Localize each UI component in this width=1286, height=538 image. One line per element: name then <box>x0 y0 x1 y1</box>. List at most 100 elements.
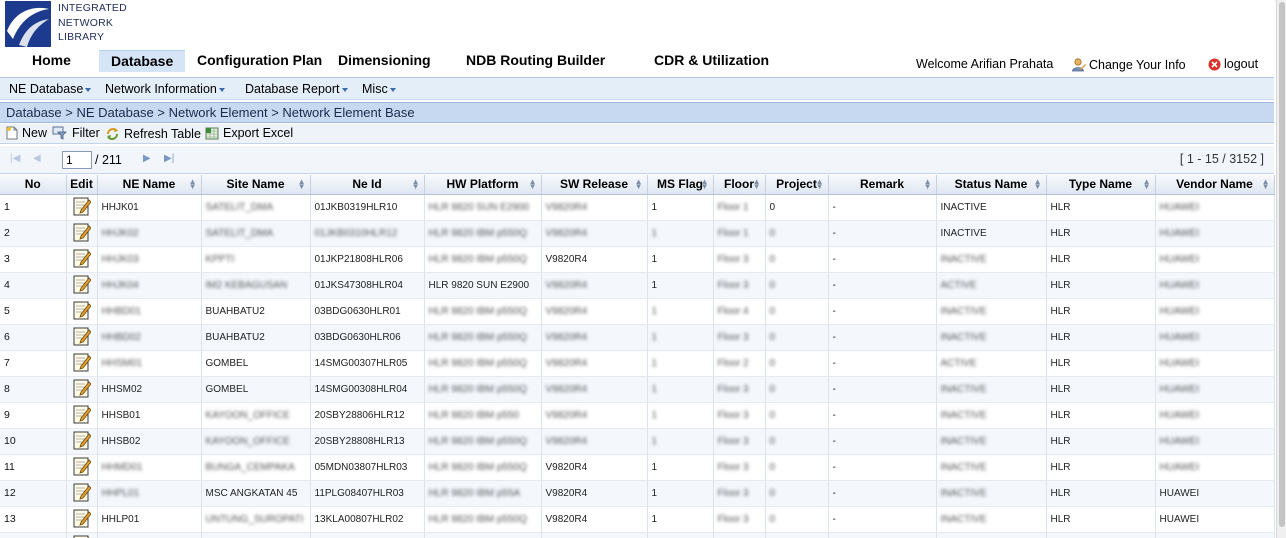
new-button[interactable]: New <box>6 126 47 143</box>
edit-icon[interactable] <box>73 457 92 479</box>
table-row[interactable]: 6 HHBD02 BUAHBATU2 03BDG0630HLR06 HLR 9820 I… <box>0 324 1275 351</box>
edit-icon[interactable] <box>73 483 92 505</box>
edit-icon[interactable] <box>73 249 92 271</box>
cell-edit <box>66 454 98 481</box>
cell-status-value: INACTIVE <box>940 253 987 265</box>
cell-site-value: SATELIT_DMA <box>205 201 274 213</box>
vertical-scrollbar[interactable] <box>1276 0 1286 538</box>
column-header[interactable]: Site Name ▲ ▼ <box>201 175 311 195</box>
edit-icon[interactable] <box>73 431 92 453</box>
cell-project-value: 0 <box>769 201 776 213</box>
cell-ms: 1 <box>647 506 714 533</box>
cell-floor: Floor 2 <box>713 350 766 377</box>
ne-table: No Edit NE Name ▲ ▼ Site Name ▲ ▼ Ne Id ▲ ▼ HW Plat… <box>0 175 1275 538</box>
cell-ms-value: 1 <box>651 227 658 239</box>
column-header[interactable]: Status Name ▲ ▼ <box>936 175 1047 195</box>
cell-floor-value: Floor 3 <box>717 383 749 395</box>
cell-remark-value: - <box>832 201 836 213</box>
next-page-icon[interactable]: ▶ <box>143 153 151 164</box>
table-row[interactable]: 7 HHSM01 GOMBEL 14SMG00307HLR05 HLR 9820 IBM… <box>0 350 1275 377</box>
table-row[interactable]: 10 HHSB02 KAYOON_OFFICE 20SBY28808HLR13 HLR … <box>0 428 1275 455</box>
tab-cdr-utilization[interactable]: CDR & Utilization <box>654 50 769 72</box>
edit-icon[interactable] <box>73 275 92 297</box>
cell-sw-value: V9820R4 <box>545 227 588 239</box>
cell-hw-value: HLR 9820 SUN E2900 <box>428 201 530 213</box>
column-header[interactable]: No <box>0 175 67 195</box>
table-row[interactable]: 9 HHSB01 KAYOON_OFFICE 20SBY28806HLR12 HLR 9… <box>0 402 1275 429</box>
menu-ne-database[interactable]: NE Database <box>9 82 92 96</box>
column-header[interactable]: Floor ▲ ▼ <box>713 175 766 195</box>
filter-button[interactable]: Filter <box>52 126 100 143</box>
edit-icon[interactable] <box>73 197 92 219</box>
column-header[interactable]: HW Platform ▲ ▼ <box>424 175 542 195</box>
column-header[interactable]: MS Flag ▲ ▼ <box>647 175 714 195</box>
cell-status: INACTIVE <box>936 376 1047 403</box>
cell-site-value: GOMBEL <box>205 357 249 369</box>
edit-icon[interactable] <box>73 353 92 375</box>
cell-remark: - <box>828 506 937 533</box>
column-header[interactable]: Edit <box>66 175 98 195</box>
edit-icon[interactable] <box>73 327 92 349</box>
cell-edit <box>66 350 98 377</box>
scrollbar-thumb[interactable] <box>1279 2 1285 527</box>
cell-type <box>1046 532 1156 538</box>
edit-icon[interactable] <box>73 379 92 401</box>
logo-icon[interactable] <box>5 1 51 47</box>
first-page-icon[interactable]: |◀ <box>10 153 20 164</box>
tab-database[interactable]: Database <box>99 50 186 72</box>
cell-type-value: HLR <box>1050 357 1071 369</box>
cell-hw-value: HLR 9820 IBM p550Q <box>428 357 527 369</box>
logout-link[interactable]: logout <box>1208 57 1258 74</box>
last-page-icon[interactable]: ▶| <box>164 153 174 164</box>
column-header[interactable]: Remark ▲ ▼ <box>828 175 937 195</box>
column-header[interactable]: Vendor Name ▲ ▼ <box>1155 175 1275 195</box>
cell-site: IM2 KEBAGUSAN <box>201 272 311 299</box>
table-row[interactable]: 8 HHSM02 GOMBEL 14SMG00308HLR04 HLR 9820 IBM… <box>0 376 1275 403</box>
cell-hw-value: HLR 9820 SUN E2900 <box>428 279 530 291</box>
table-row[interactable]: 3 HHJK03 KPPTI 01JKP21808HLR06 HLR 9820 IBM … <box>0 246 1275 273</box>
table-row[interactable]: 13 HHLP01 UNTUNG_SUROPATI 13KLA00807HLR02 HL… <box>0 506 1275 533</box>
table-row[interactable] <box>0 532 1275 538</box>
change-info-link[interactable]: Change Your Info <box>1071 57 1186 75</box>
edit-icon[interactable] <box>73 301 92 323</box>
cell-hw: HLR 9820 IBM p55A <box>424 480 542 507</box>
cell-type: HLR <box>1046 246 1156 273</box>
edit-icon[interactable] <box>73 405 92 427</box>
column-header-label: MS Flag <box>656 177 703 192</box>
cell-project-value: 0 <box>769 513 776 525</box>
tab-configuration-plan[interactable]: Configuration Plan <box>197 50 322 72</box>
column-header[interactable]: SW Release ▲ ▼ <box>541 175 648 195</box>
export-excel-button[interactable]: Export Excel <box>205 126 293 143</box>
cell-ne-id-value: 05MDN03807HLR03 <box>314 461 408 473</box>
cell-no: 5 <box>0 298 67 325</box>
refresh-table-button[interactable]: Refresh Table <box>105 126 201 144</box>
prev-page-icon[interactable]: ◀ <box>33 153 41 164</box>
column-header[interactable]: Type Name ▲ ▼ <box>1046 175 1156 195</box>
cell-remark-value: - <box>832 383 836 395</box>
logo-line-2: NETWORK <box>58 16 114 29</box>
menu-misc[interactable]: Misc <box>362 82 396 96</box>
column-header[interactable]: Project ▲ ▼ <box>765 175 829 195</box>
table-row[interactable]: 12 HHPL01 MSC ANGKATAN 45 11PLG08407HLR03 HL… <box>0 480 1275 507</box>
page-number-input[interactable] <box>62 151 92 169</box>
cell-no: 9 <box>0 402 67 429</box>
tab-dimensioning[interactable]: Dimensioning <box>338 50 431 72</box>
edit-icon[interactable] <box>73 509 92 531</box>
cell-vendor-value: HUAWEI <box>1159 435 1200 447</box>
column-header[interactable]: NE Name ▲ ▼ <box>97 175 202 195</box>
table-row[interactable]: 2 HHJK02 SATELIT_DMA 01JKB0310HLR12 HLR 9820… <box>0 220 1275 247</box>
menu-database-report[interactable]: Database Report <box>245 82 348 96</box>
column-header[interactable]: Ne Id ▲ ▼ <box>310 175 425 195</box>
edit-icon[interactable] <box>73 223 92 245</box>
menu-network-information[interactable]: Network Information <box>105 82 225 96</box>
cell-ne-id: 03BDG0630HLR06 <box>310 324 425 351</box>
table-row[interactable]: 4 HHJK04 IM2 KEBAGUSAN 01JKS47308HLR04 HLR 9… <box>0 272 1275 299</box>
cell-ne-name-value: HHSM02 <box>101 383 143 395</box>
table-row[interactable]: 1 HHJK01 SATELIT_DMA 01JKB0319HLR10 HLR 9820… <box>0 194 1275 221</box>
page-total: / 211 <box>95 153 122 167</box>
tab-ndb-routing-builder[interactable]: NDB Routing Builder <box>466 50 605 72</box>
cell-ms-value: 1 <box>651 487 658 499</box>
table-row[interactable]: 5 HHBD01 BUAHBATU2 03BDG0630HLR01 HLR 9820 I… <box>0 298 1275 325</box>
table-row[interactable]: 11 HHMD01 BUNGA_CEMPAKA 05MDN03807HLR03 HLR … <box>0 454 1275 481</box>
tab-home[interactable]: Home <box>32 50 71 72</box>
